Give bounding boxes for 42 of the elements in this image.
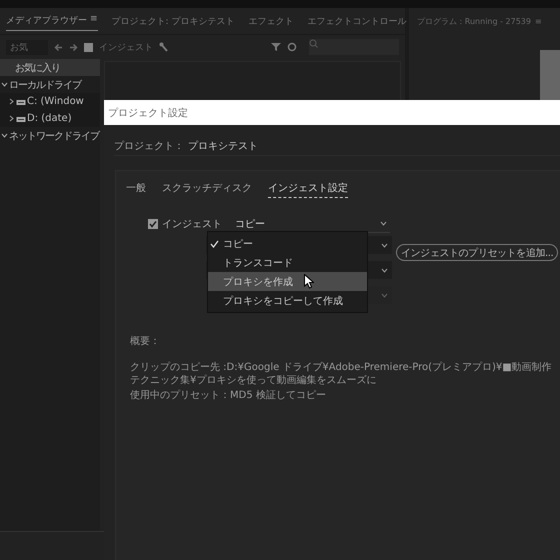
chevron-down-icon[interactable] (1, 132, 8, 139)
settings-tab[interactable]: インジェスト設定 (268, 178, 348, 198)
dialog-title: プロジェクト設定 (108, 106, 188, 120)
filter-icon[interactable] (271, 42, 281, 52)
panel-tab[interactable]: プロジェクト: プロキシテスト (112, 12, 234, 30)
drive-item[interactable]: D: (date) (0, 110, 100, 127)
back-arrow-icon[interactable] (54, 42, 63, 52)
chevron-right-icon[interactable] (8, 98, 15, 105)
add-preset-button[interactable]: インジェストのプリセットを追加... (396, 244, 558, 261)
panel-tab[interactable]: エフェクトコントロール (307, 12, 406, 30)
panel-title: プログラム : Running - 27539 (417, 16, 531, 26)
panel-tab[interactable]: メディアブラウザー ≡ (6, 11, 98, 31)
chevron-down-icon[interactable] (380, 221, 387, 226)
chevron-right-icon[interactable] (8, 115, 15, 122)
cursor-icon (304, 274, 314, 289)
ingest-label: インジェスト (99, 42, 153, 54)
ingest-checkbox[interactable] (84, 42, 93, 52)
sidebar-item[interactable]: ネットワークドライブ (0, 127, 100, 144)
sidebar-item[interactable]: ローカルドライブ (0, 76, 100, 93)
drive-item[interactable]: C: (Window (0, 93, 100, 110)
ingest-label: インジェスト (162, 218, 222, 231)
project-label: プロジェクト： (114, 140, 184, 153)
panel-tab[interactable]: エフェクト (248, 12, 294, 30)
wrench-icon[interactable] (159, 42, 169, 52)
menu-item[interactable]: プロキシを作成 (208, 272, 367, 291)
summary-label: 概要： (130, 334, 161, 348)
settings-tab[interactable]: 一般 (126, 179, 146, 197)
summary-text: クリップのコピー先 :D:¥Google ドライブ¥Adobe-Premiere-Pro(プレミアプロ)¥■動画制作テクニック集¥プロキシを使って動画編集をスムーズに (130, 361, 553, 387)
chevron-down-icon[interactable] (381, 268, 388, 272)
drive-icon[interactable] (16, 97, 26, 106)
chevron-down-icon[interactable] (1, 81, 8, 88)
menu-item[interactable]: コピー (208, 234, 367, 253)
sidebar-item[interactable]: お気に入り (0, 59, 100, 76)
forward-arrow-icon[interactable] (69, 42, 78, 52)
settings-tab[interactable]: スクラッチディスク (162, 179, 252, 197)
search-field[interactable] (309, 39, 399, 55)
project-name-field[interactable]: プロキシテスト (188, 138, 560, 154)
drive-icon[interactable] (16, 114, 26, 123)
menu-item[interactable]: トランスコード (208, 253, 367, 272)
summary-text: 使用中のプリセット：MD5 検証してコピー (130, 389, 327, 402)
chevron-down-icon[interactable] (381, 242, 388, 248)
menu-item[interactable]: プロキシをコピーして作成 (208, 291, 367, 310)
